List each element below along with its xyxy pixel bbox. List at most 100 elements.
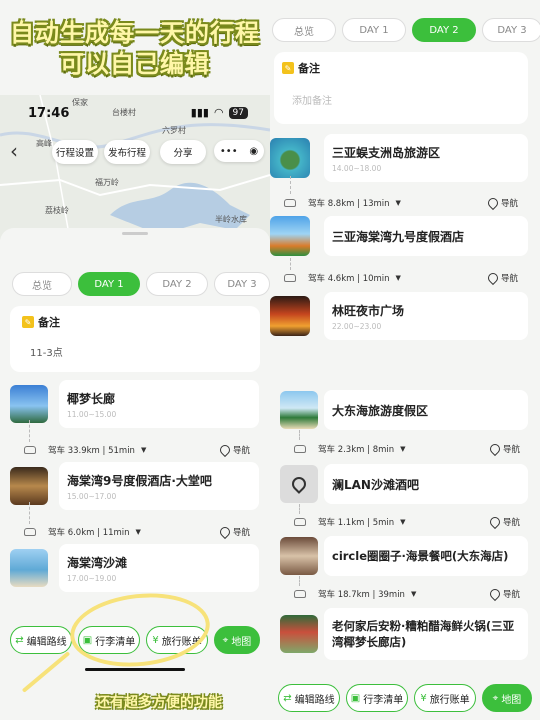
map-button[interactable]: ⌖ 地图 xyxy=(214,626,260,654)
map-label: 福万岭 xyxy=(95,178,119,187)
tab-day-2[interactable]: DAY 2 xyxy=(412,18,476,42)
route-info[interactable]: 驾车 33.9km | 51min ▼ xyxy=(24,444,146,456)
edit-route-button[interactable]: ⇄ 编辑路线 xyxy=(10,626,72,654)
share-button[interactable]: 分享 xyxy=(160,140,206,164)
drag-handle[interactable] xyxy=(122,232,148,235)
place-time: 17.00~19.00 xyxy=(67,573,117,583)
place-card[interactable]: 林旺夜市广场 22.00~23.00 xyxy=(324,292,528,340)
luggage-icon: ▣ xyxy=(350,692,361,704)
list-item[interactable]: 海棠湾沙滩 17.00~19.00 xyxy=(10,544,259,592)
tab-day-3[interactable]: DAY 3 xyxy=(482,18,540,42)
chevron-down-icon[interactable]: ▼ xyxy=(400,518,405,526)
list-item[interactable]: 澜LAN沙滩酒吧 xyxy=(280,464,528,504)
chevron-down-icon[interactable]: ▼ xyxy=(400,445,405,453)
navigate-button[interactable]: 导航 xyxy=(217,524,251,540)
place-card[interactable]: circle圈圈子·海景餐吧(大东海店) xyxy=(324,536,528,576)
place-card[interactable]: 海棠湾沙滩 17.00~19.00 xyxy=(59,544,259,592)
route-info[interactable]: 驾车 4.6km | 10min ▼ xyxy=(284,272,401,284)
list-item[interactable]: 老何家后安粉·糟粕醋海鲜火锅(三亚湾椰梦长廊店) xyxy=(280,608,528,660)
edit-route-button[interactable]: ⇄ 编辑路线 xyxy=(278,684,340,712)
list-item[interactable]: circle圈圈子·海景餐吧(大东海店) xyxy=(280,536,528,576)
place-card[interactable]: 大东海旅游度假区 xyxy=(324,390,528,430)
battery-icon: 97 xyxy=(228,106,248,119)
place-photo xyxy=(10,467,48,505)
back-icon[interactable]: ‹ xyxy=(10,139,18,163)
navigate-button[interactable]: 导航 xyxy=(485,195,519,211)
navigate-label: 导航 xyxy=(501,199,519,209)
chevron-down-icon[interactable]: ▼ xyxy=(136,528,141,536)
timeline-connector xyxy=(29,420,30,442)
note-card[interactable]: ✎ 备注 添加备注 xyxy=(274,52,528,124)
publish-trip-button[interactable]: 发布行程 xyxy=(104,140,150,164)
list-item[interactable]: 大东海旅游度假区 xyxy=(280,390,528,430)
navigate-label: 导航 xyxy=(233,528,251,538)
navigate-button[interactable]: 导航 xyxy=(487,586,521,602)
place-photo xyxy=(10,549,48,587)
list-item[interactable]: 椰梦长廊 11.00~15.00 xyxy=(10,380,259,428)
note-card[interactable]: ✎ 备注 11-3点 xyxy=(10,306,260,372)
place-card[interactable]: 椰梦长廊 11.00~15.00 xyxy=(59,380,259,428)
bill-icon: ¥ xyxy=(420,692,427,704)
route-icon: ⇄ xyxy=(15,634,24,646)
navigate-label: 导航 xyxy=(501,274,519,284)
timeline-connector xyxy=(299,576,300,586)
close-icon[interactable]: ◉ xyxy=(249,146,258,157)
navigate-button[interactable]: 导航 xyxy=(487,441,521,457)
tab-day-1[interactable]: DAY 1 xyxy=(342,18,406,42)
right-screenshot: 总览 DAY 1 DAY 2 DAY 3 ✎ 备注 添加备注 三亚蜈支洲岛旅游区… xyxy=(270,0,540,720)
location-pin-icon xyxy=(487,441,503,457)
place-time: 22.00~23.00 xyxy=(332,321,382,331)
route-info[interactable]: 驾车 2.3km | 8min ▼ xyxy=(294,443,406,455)
place-card[interactable]: 老何家后安粉·糟粕醋海鲜火锅(三亚湾椰梦长廊店) xyxy=(324,608,528,660)
trip-settings-button[interactable]: 行程设置 xyxy=(52,140,98,164)
timeline-connector xyxy=(29,502,30,524)
navigate-label: 导航 xyxy=(503,590,521,600)
location-pin-icon xyxy=(487,514,503,530)
list-item[interactable]: 海棠湾9号度假酒店·大堂吧 15.00~17.00 xyxy=(10,462,259,510)
route-info[interactable]: 驾车 6.0km | 11min ▼ xyxy=(24,526,141,538)
more-icon[interactable]: ••• xyxy=(220,146,238,157)
route-text: 驾车 8.8km | 13min xyxy=(308,199,390,209)
map-button[interactable]: ⌖ 地图 xyxy=(482,684,532,712)
route-text: 驾车 18.7km | 39min xyxy=(318,590,405,600)
travel-bill-button[interactable]: ¥ 旅行账单 xyxy=(414,684,476,712)
navigate-button[interactable]: 导航 xyxy=(487,514,520,530)
chevron-down-icon[interactable]: ▼ xyxy=(396,199,401,207)
list-item[interactable]: 三亚海棠湾九号度假酒店 xyxy=(270,216,528,256)
tab-overview[interactable]: 总览 xyxy=(272,18,336,42)
tab-day-1[interactable]: DAY 1 xyxy=(78,272,140,296)
route-info[interactable]: 驾车 1.1km | 5min ▼ xyxy=(294,516,406,528)
route-text: 驾车 4.6km | 10min xyxy=(308,274,390,284)
place-card[interactable]: 海棠湾9号度假酒店·大堂吧 15.00~17.00 xyxy=(59,462,259,510)
route-info[interactable]: 驾车 8.8km | 13min ▼ xyxy=(284,197,401,209)
place-time: 14.00~18.00 xyxy=(332,163,382,173)
chevron-down-icon[interactable]: ▼ xyxy=(396,274,401,282)
chevron-down-icon[interactable]: ▼ xyxy=(141,446,146,454)
list-item[interactable]: 三亚蜈支洲岛旅游区 14.00~18.00 xyxy=(270,134,528,182)
location-pin-icon xyxy=(280,465,318,503)
navigate-button[interactable]: 导航 xyxy=(485,270,519,286)
luggage-list-button[interactable]: ▣ 行李清单 xyxy=(346,684,408,712)
note-title: ✎ 备注 xyxy=(22,314,60,330)
place-card[interactable]: 澜LAN沙滩酒吧 xyxy=(324,464,528,504)
left-screenshot: 保家 台楼村 六罗村 高峰 福万岭 荔枝岭 半岭水库 17:46 ▮▮▮ ◠ 9… xyxy=(0,0,270,720)
miniapp-capsule[interactable]: ••• ◉ xyxy=(214,140,264,162)
signal-icon: ▮▮▮ xyxy=(190,106,209,119)
car-icon xyxy=(294,590,306,598)
headline-line1: 自动生成每一天的行程 xyxy=(10,19,260,47)
edit-route-label: 编辑路线 xyxy=(294,694,335,706)
route-info[interactable]: 驾车 18.7km | 39min ▼ xyxy=(294,588,416,600)
chevron-down-icon[interactable]: ▼ xyxy=(411,590,416,598)
tab-day-2[interactable]: DAY 2 xyxy=(146,272,208,296)
list-item[interactable]: 林旺夜市广场 22.00~23.00 xyxy=(270,292,528,340)
tab-overview[interactable]: 总览 xyxy=(12,272,72,296)
navigate-button[interactable]: 导航 xyxy=(217,442,250,458)
note-placeholder[interactable]: 添加备注 xyxy=(292,92,332,107)
place-card[interactable]: 三亚海棠湾九号度假酒店 xyxy=(324,216,528,256)
timeline-connector xyxy=(299,504,300,514)
navigate-label: 导航 xyxy=(503,445,521,455)
timeline-connector xyxy=(290,258,291,270)
place-photo xyxy=(280,391,318,429)
tab-day-3[interactable]: DAY 3 xyxy=(214,272,270,296)
place-card[interactable]: 三亚蜈支洲岛旅游区 14.00~18.00 xyxy=(324,134,528,182)
